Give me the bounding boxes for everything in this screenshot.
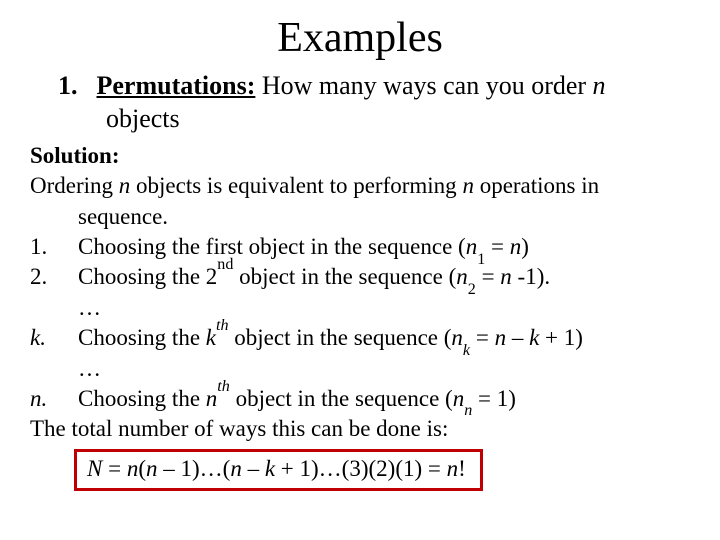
step-1: 1. Choosing the first object in the sequ… [30, 232, 690, 262]
solution-body: Solution: Ordering n objects is equivale… [30, 141, 690, 491]
intro-a: Ordering [30, 173, 119, 198]
steps: sequence. 1. Choosing the first object i… [30, 202, 690, 415]
example-item: 1. Permutations: How many ways can you o… [58, 70, 690, 135]
step-n-marker: n. [30, 384, 78, 414]
slide: Examples 1. Permutations: How many ways … [0, 0, 720, 540]
item-number: 1. [58, 70, 90, 103]
step-1-marker: 1. [30, 232, 78, 262]
step-k: k. Choosing the kth object in the sequen… [30, 323, 690, 353]
intro-n2: n [462, 173, 474, 198]
step-2-text: Choosing the 2nd object in the sequence … [78, 262, 690, 292]
var-n: n [593, 71, 606, 100]
item-label: Permutations: [97, 71, 256, 100]
solution-label: Solution: [30, 141, 690, 171]
intro-line: Ordering n objects is equivalent to perf… [30, 171, 690, 201]
total-line: The total number of ways this can be don… [30, 414, 690, 444]
intro-c: operations in [474, 173, 599, 198]
step-n-text: Choosing the nth object in the sequence … [78, 384, 690, 414]
dots-2: … [30, 354, 690, 384]
intro-d: sequence. [78, 202, 690, 232]
step-2: 2. Choosing the 2nd object in the sequen… [30, 262, 690, 292]
formula-box: N = n(n – 1)…(n – k + 1)…(3)(2)(1) = n! [74, 449, 483, 491]
intro-b: objects is equivalent to performing [130, 173, 462, 198]
item-rest-2: objects [106, 103, 690, 136]
step-2-marker: 2. [30, 262, 78, 292]
step-1-text: Choosing the first object in the sequenc… [78, 232, 690, 262]
item-rest-1: How many ways can you order [255, 71, 592, 100]
step-k-text: Choosing the kth object in the sequence … [78, 323, 690, 353]
intro-indent: sequence. [30, 202, 690, 232]
slide-title: Examples [30, 14, 690, 62]
step-n: n. Choosing the nth object in the sequen… [30, 384, 690, 414]
intro-n1: n [119, 173, 131, 198]
step-k-marker: k. [30, 323, 78, 353]
dots-1: … [30, 293, 690, 323]
